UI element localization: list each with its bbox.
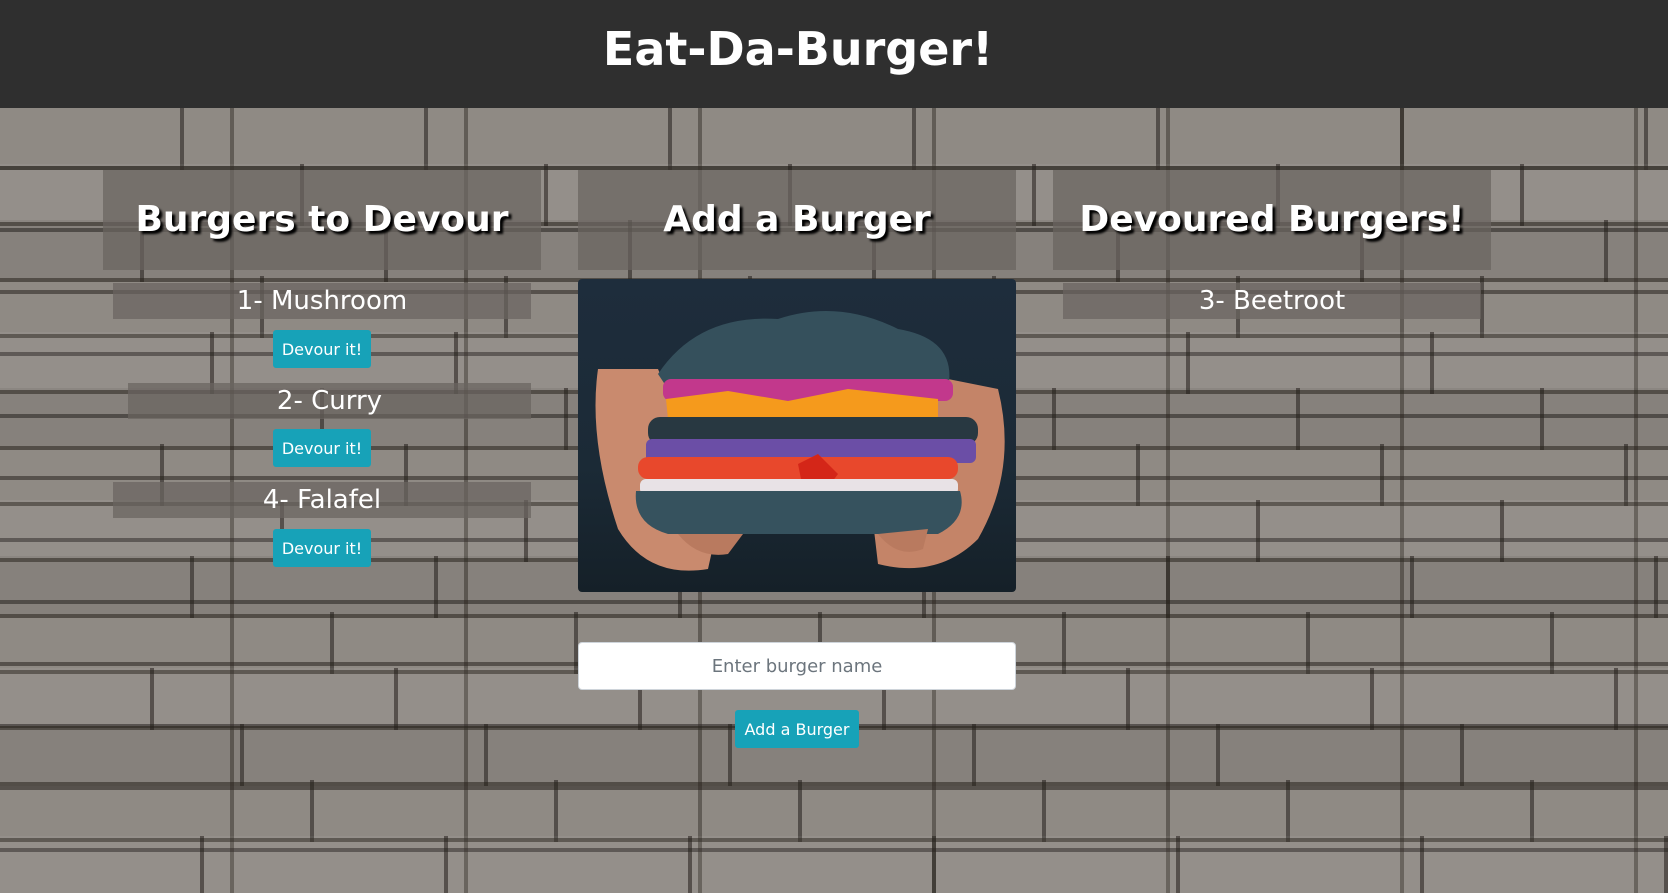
add-burger-heading: Add a Burger [578, 170, 1016, 270]
wall-row [0, 780, 1668, 842]
burger-photo [578, 279, 1016, 592]
devoured-item-beetroot: 3- Beetroot [1063, 283, 1481, 319]
burger-item-falafel: 4- Falafel [113, 482, 531, 518]
wall-row [0, 108, 1668, 170]
bottom-bun-shape [635, 491, 962, 534]
burger-name-input[interactable] [578, 642, 1016, 690]
burger-illustration [595, 311, 1005, 571]
devour-button-curry[interactable]: Devour it! [273, 429, 371, 467]
tomato-shape [638, 457, 958, 479]
devoured-heading: Devoured Burgers! [1053, 170, 1491, 270]
burger-item-mushroom: 1- Mushroom [113, 283, 531, 319]
add-burger-button[interactable]: Add a Burger [735, 710, 859, 748]
top-bun-shape [658, 311, 950, 389]
to-devour-heading: Burgers to Devour [103, 170, 541, 270]
wall-row [0, 836, 1668, 893]
devour-button-mushroom[interactable]: Devour it! [273, 330, 371, 368]
site-header: Eat-Da-Burger! [0, 0, 1668, 108]
site-title: Eat-Da-Burger! [602, 22, 994, 76]
burger-item-curry: 2- Curry [128, 383, 531, 419]
devour-button-falafel[interactable]: Devour it! [273, 529, 371, 567]
